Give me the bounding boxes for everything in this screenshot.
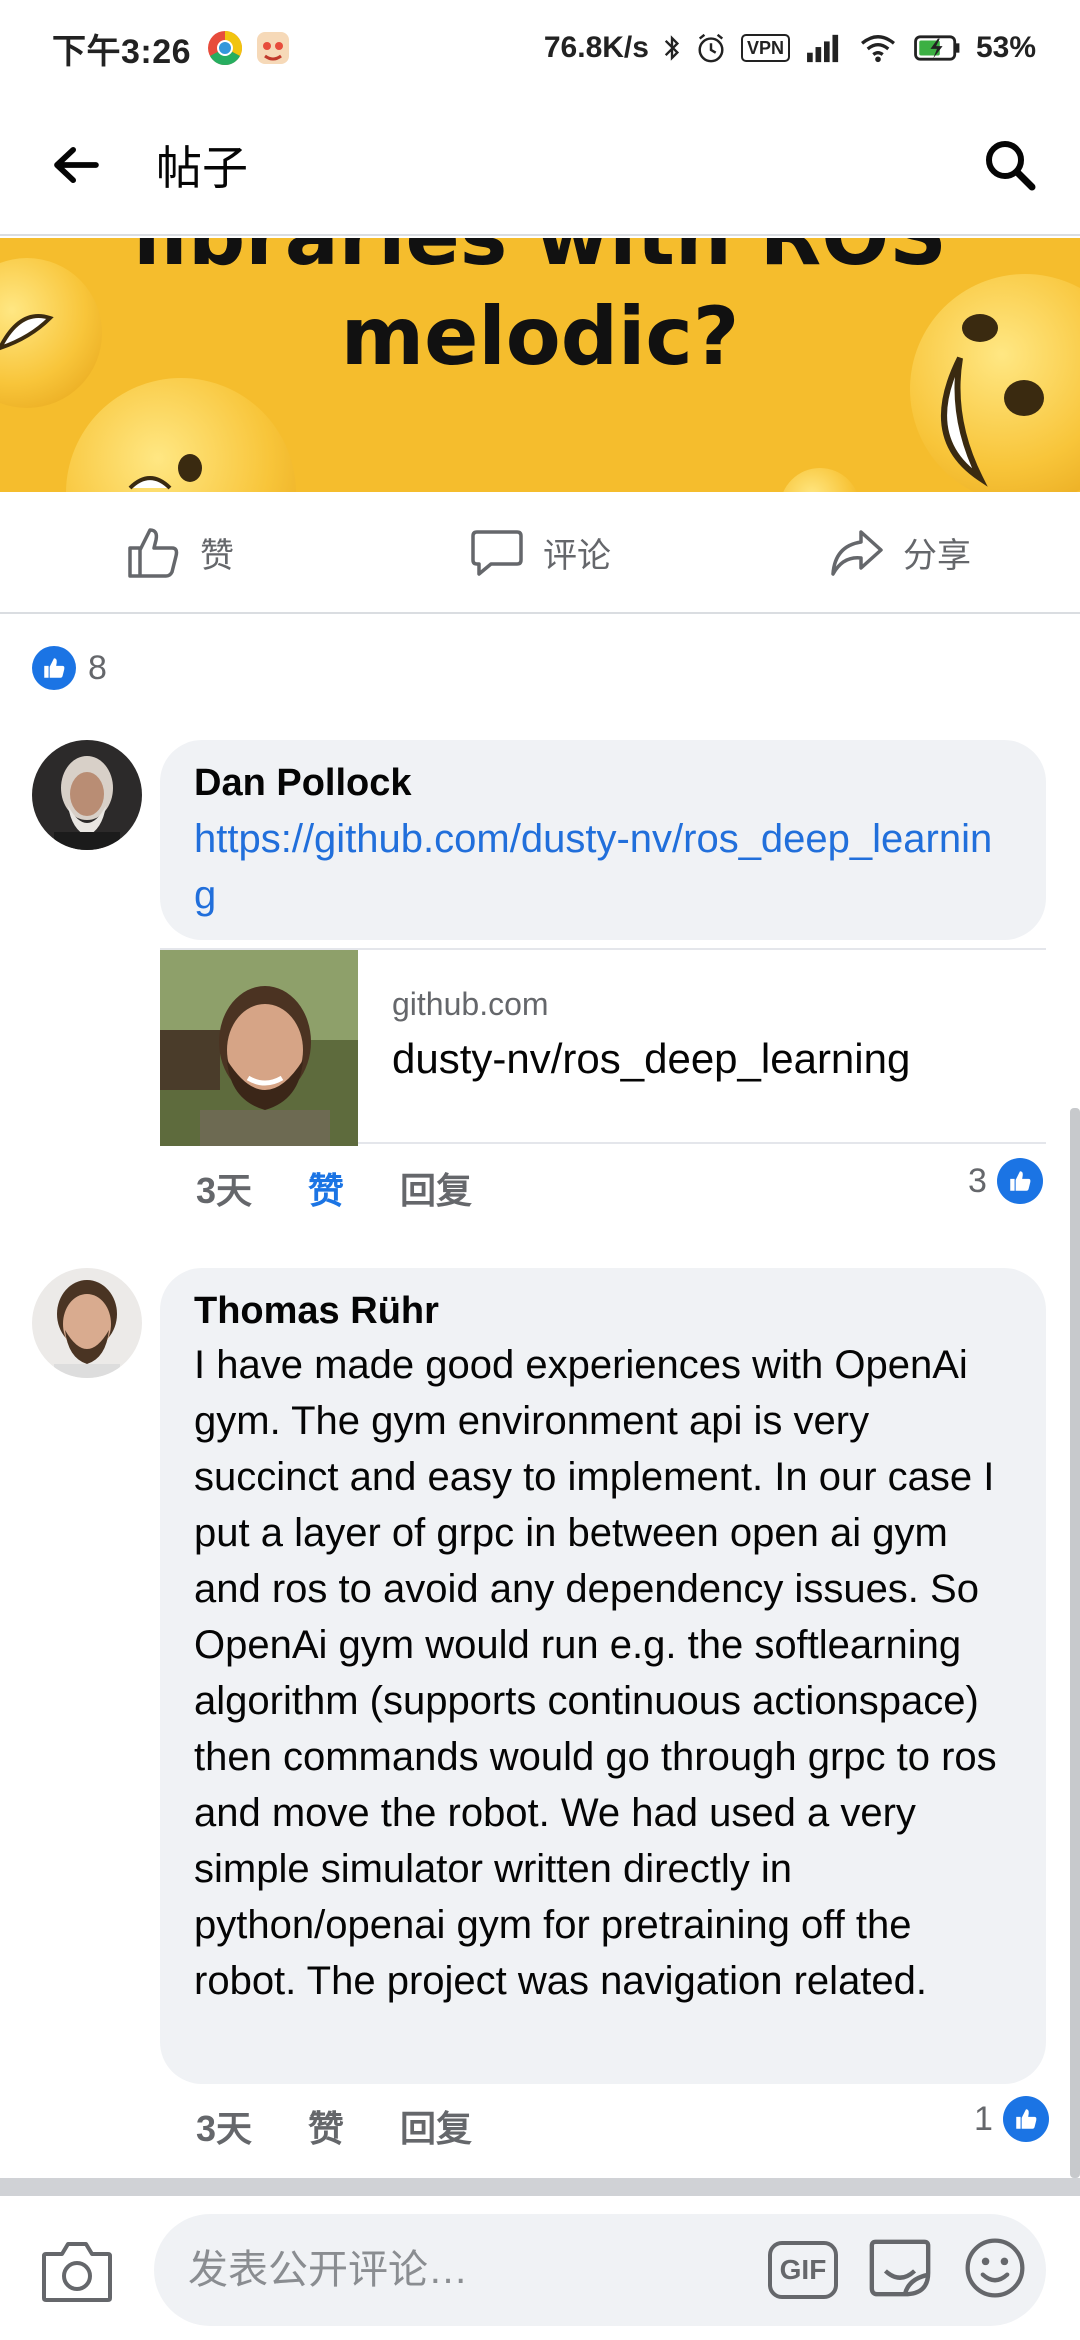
comment-bubble-icon	[471, 530, 523, 576]
emoji-button[interactable]	[962, 2235, 1028, 2306]
banner-title-line2: melodic?	[340, 290, 740, 383]
back-button[interactable]	[36, 125, 116, 205]
signal-icon	[807, 34, 839, 63]
share-label: 分享	[903, 536, 971, 575]
mascot-app-icon	[257, 32, 290, 64]
comment-like-button[interactable]: 赞	[308, 1162, 344, 1214]
reactions-count: 8	[88, 648, 107, 687]
bluetooth-icon	[664, 35, 679, 61]
battery-charging-icon	[914, 35, 960, 61]
browser-app-icon	[208, 31, 243, 65]
like-reaction-icon	[996, 1158, 1043, 1204]
comment-time: 3天	[196, 2108, 253, 2149]
network-speed: 76.8K/s	[543, 31, 649, 64]
link-preview-title: dusty-nv/ros_deep_learning	[392, 1035, 911, 1082]
gif-button[interactable]: GIF	[768, 2241, 838, 2299]
gif-label: GIF	[779, 2254, 827, 2285]
camera-button[interactable]	[40, 2236, 114, 2306]
comment-author[interactable]: Thomas Rühr	[194, 1290, 1012, 1333]
comment-label: 评论	[543, 536, 611, 575]
vpn-badge: VPN	[740, 34, 790, 62]
comment-like-count-value: 1	[974, 2099, 993, 2138]
avatar[interactable]	[32, 1268, 142, 1378]
comment-button[interactable]: 评论	[360, 492, 720, 612]
laughing-emoji-small	[780, 468, 860, 492]
comment-like-count[interactable]: 1	[974, 2096, 1049, 2142]
share-arrow-icon	[831, 530, 883, 576]
like-reaction-icon	[32, 646, 76, 690]
camera-icon	[42, 2242, 112, 2302]
comment-input-box[interactable]: GIF	[154, 2214, 1046, 2326]
banner-title-line1: libraries with ROS	[0, 238, 1080, 283]
link-preview-card[interactable]: github.com dusty-nv/ros_deep_learning	[160, 948, 1046, 1146]
page-title: 帖子	[156, 142, 248, 194]
reactions-summary[interactable]: 8	[32, 646, 107, 690]
emoji-icon	[965, 2238, 1025, 2297]
comment-link[interactable]: https://github.com/dusty-nv/ros_deep_lea…	[194, 811, 1012, 923]
comment-like-count[interactable]: 3	[968, 1158, 1043, 1204]
sticker-button[interactable]	[866, 2234, 934, 2307]
laughing-face-bottom	[128, 454, 202, 490]
comment-text: I have made good experiences with OpenAi…	[194, 1343, 997, 2003]
status-bar: 下午3:26 76.8K/s VPN 53%	[0, 0, 1080, 96]
status-indicators: 76.8K/s VPN 53%	[544, 31, 1036, 65]
comment-bubble: Thomas Rühr I have made good experiences…	[160, 1268, 1046, 2084]
post-banner-image[interactable]: libraries with ROS melodic?	[0, 238, 1080, 492]
search-button[interactable]	[970, 125, 1050, 205]
alarm-icon	[698, 33, 724, 63]
like-reaction-icon	[1002, 2096, 1049, 2142]
comment-meta: 3天 赞 回复	[196, 1162, 472, 1214]
comment-author[interactable]: Dan Pollock	[194, 762, 1012, 805]
comment-meta: 3天 赞 回复	[196, 2100, 472, 2152]
arrow-left-icon	[54, 146, 99, 184]
comment-reply-button[interactable]: 回复	[400, 1162, 472, 1214]
thumbs-up-icon	[128, 528, 179, 578]
link-preview-thumbnail	[160, 950, 358, 1146]
app-header: 帖子	[0, 96, 1080, 236]
share-button[interactable]: 分享	[720, 492, 1080, 612]
like-button[interactable]: 赞	[0, 492, 360, 612]
avatar[interactable]	[32, 740, 142, 850]
composer-divider	[0, 2178, 1080, 2196]
comment-time: 3天	[196, 1170, 253, 1211]
link-preview-domain: github.com	[392, 986, 549, 1022]
status-time: 下午3:26	[52, 32, 192, 71]
comment-reply-button[interactable]: 回复	[400, 2100, 472, 2152]
wifi-icon	[860, 35, 895, 63]
sticker-icon	[869, 2239, 931, 2296]
post-action-bar: 赞 评论 分享	[0, 492, 1080, 614]
comment-composer: GIF	[0, 2196, 1080, 2340]
comment-like-button[interactable]: 赞	[308, 2100, 344, 2152]
comment-input[interactable]	[188, 2247, 708, 2293]
comment-like-count-value: 3	[968, 1161, 987, 1200]
scrollbar[interactable]	[1070, 1108, 1080, 2178]
battery-percent: 53%	[975, 31, 1036, 64]
like-label: 赞	[200, 536, 234, 575]
search-icon	[986, 141, 1036, 191]
comment-bubble: Dan Pollock https://github.com/dusty-nv/…	[160, 740, 1046, 940]
